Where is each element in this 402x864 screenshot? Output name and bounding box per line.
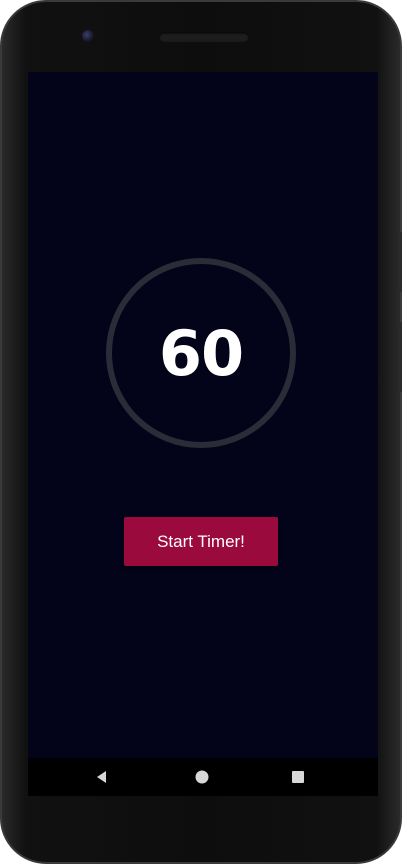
square-recents-icon xyxy=(292,771,304,783)
start-timer-button[interactable]: Start Timer! xyxy=(124,517,278,566)
recents-button[interactable] xyxy=(291,770,305,784)
circle-home-icon xyxy=(195,770,209,784)
home-button[interactable] xyxy=(195,770,209,784)
triangle-back-icon xyxy=(97,771,106,783)
earpiece-speaker xyxy=(159,32,249,42)
back-button[interactable] xyxy=(95,770,109,784)
phone-frame: 60 Start Timer! xyxy=(0,0,402,864)
timer-countdown-value: 60 xyxy=(158,316,244,390)
front-camera xyxy=(82,30,94,42)
